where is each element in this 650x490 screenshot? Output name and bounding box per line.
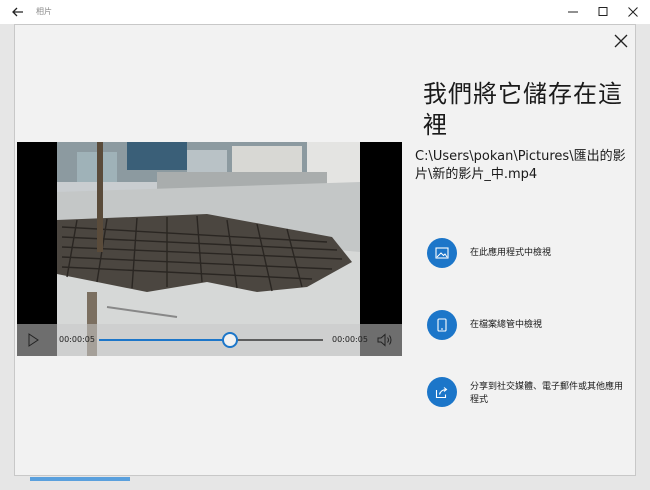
- back-button[interactable]: [8, 2, 28, 22]
- play-button[interactable]: [25, 332, 41, 348]
- close-icon: [628, 7, 638, 17]
- maximize-button[interactable]: [588, 0, 618, 24]
- elapsed-time: 00:00:05: [59, 335, 95, 344]
- dialog-close-button[interactable]: [611, 31, 631, 51]
- minimize-icon: [568, 11, 578, 13]
- seek-bar[interactable]: [99, 332, 323, 348]
- title-bar: 相片: [0, 0, 650, 24]
- volume-button[interactable]: [376, 332, 394, 348]
- view-in-app-button[interactable]: [427, 238, 457, 268]
- play-icon: [28, 333, 39, 347]
- view-in-explorer-label: 在檔案總管中檢視: [470, 320, 543, 330]
- share-icon: [435, 387, 448, 399]
- share-label: 分享到社交媒體、電子郵件或其他應用程式: [470, 382, 624, 405]
- total-time: 00:00:05: [332, 335, 368, 344]
- image-icon: [435, 247, 449, 259]
- bottom-accent-bar: [30, 477, 130, 481]
- saved-file-path: C:\Users\pokan\Pictures\匯出的影片\新的影片_中.mp4: [415, 149, 626, 182]
- maximize-icon: [598, 7, 608, 16]
- view-in-app-label: 在此應用程式中檢視: [470, 248, 552, 258]
- dialog-headline: 我們將它儲存在這裡: [423, 80, 623, 139]
- view-in-explorer-button[interactable]: [427, 310, 457, 340]
- video-controls: 00:00:05 00:00:05: [17, 324, 402, 356]
- seek-thumb[interactable]: [221, 332, 238, 348]
- close-icon: [614, 34, 628, 48]
- minimize-button[interactable]: [558, 0, 588, 24]
- back-arrow-icon: [12, 7, 23, 17]
- seek-bar-fill: [99, 339, 229, 341]
- saved-dialog: 00:00:05 00:00:05 我們將它儲存在這裡 C:\Users\pok…: [14, 24, 636, 476]
- app-title: 相片: [36, 7, 52, 16]
- video-player[interactable]: 00:00:05 00:00:05: [17, 142, 402, 356]
- close-window-button[interactable]: [618, 0, 648, 24]
- tablet-icon: [437, 318, 447, 332]
- share-button[interactable]: [427, 377, 457, 407]
- volume-icon: [377, 333, 392, 347]
